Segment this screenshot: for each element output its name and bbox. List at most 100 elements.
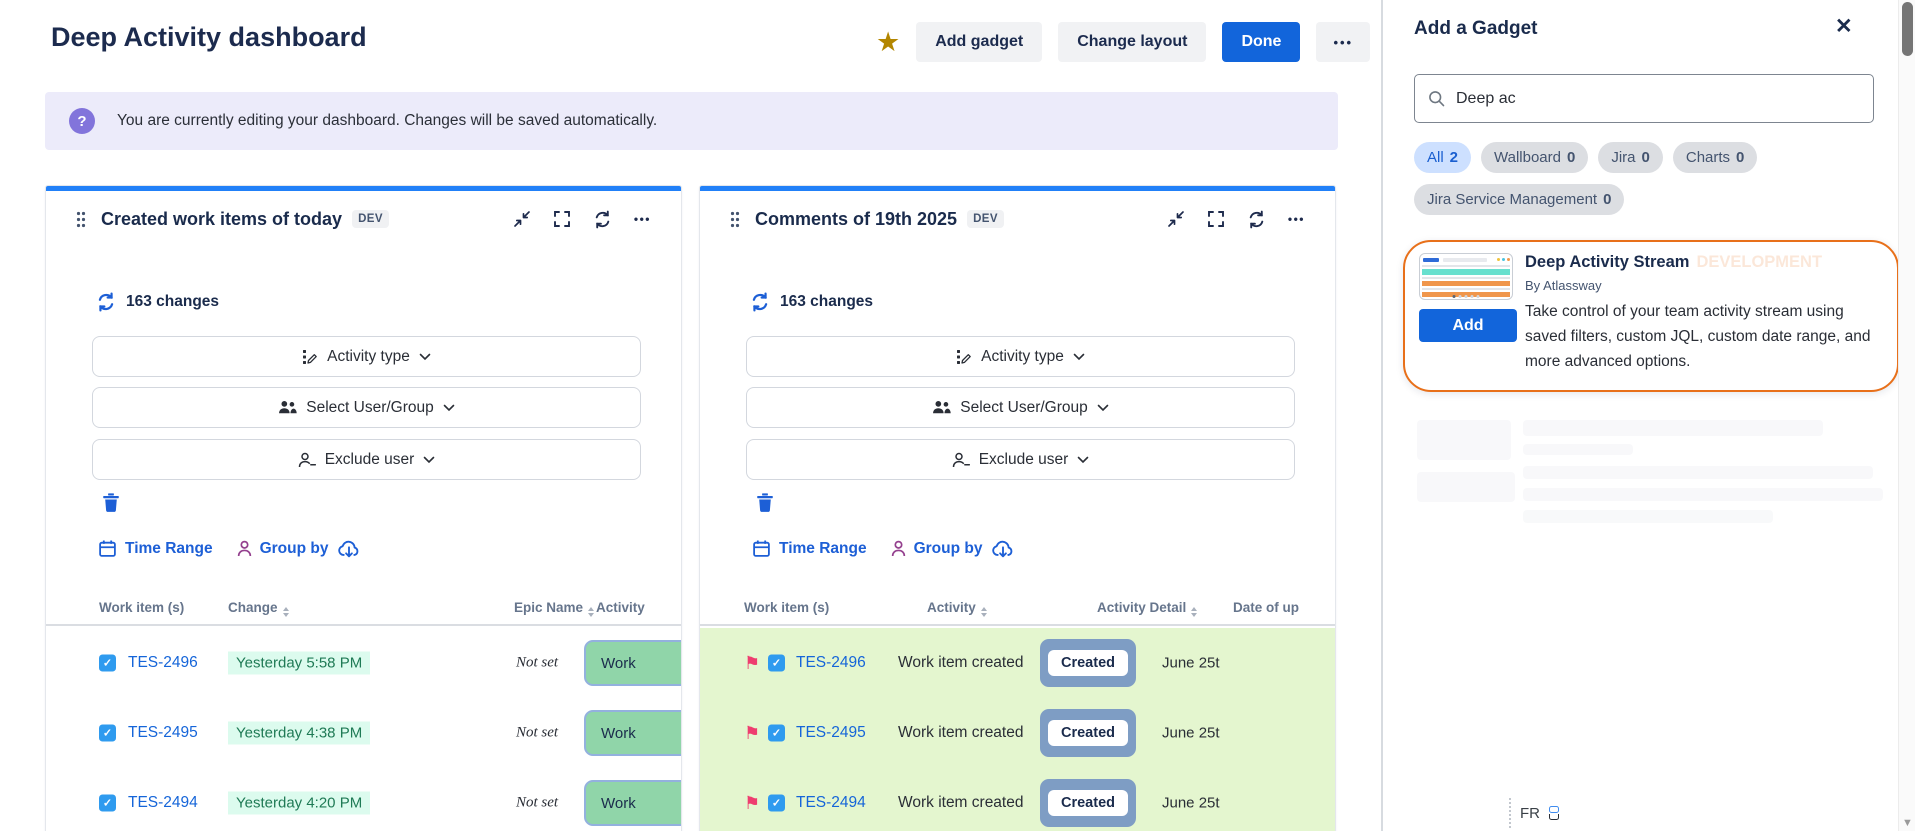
table-row: ⚑ ✓ TES-2496 Work item created Created J…	[700, 628, 1335, 698]
fullscreen-icon[interactable]	[553, 210, 571, 228]
scrollbar-thumb[interactable]	[1902, 2, 1913, 56]
edit-mode-banner: ? You are currently editing your dashboa…	[45, 92, 1338, 150]
row-checkbox[interactable]: ✓	[768, 795, 785, 812]
row-checkbox[interactable]: ✓	[99, 725, 116, 742]
filter-chip-all[interactable]: All2	[1414, 142, 1471, 173]
language-indicator[interactable]: FR	[1509, 796, 1559, 830]
export-download-icon[interactable]	[991, 538, 1015, 559]
select-user-group-dropdown[interactable]: Select User/Group	[92, 387, 641, 428]
env-badge: DEV	[352, 210, 389, 228]
gadget-description: Take control of your team activity strea…	[1525, 299, 1889, 374]
header-more-button[interactable]: •••	[1316, 22, 1370, 62]
col-activity[interactable]: Activity	[927, 600, 987, 617]
filter-chip-wallboard[interactable]: Wallboard0	[1481, 142, 1588, 173]
flag-icon[interactable]: ⚑	[744, 794, 760, 812]
select-user-group-dropdown[interactable]: Select User/Group	[746, 387, 1295, 428]
activity-type-dropdown[interactable]: Activity type	[746, 336, 1295, 377]
epic-name-value: Not set	[516, 655, 558, 672]
activity-type-icon	[302, 349, 318, 365]
favorite-star-icon[interactable]: ★	[876, 29, 900, 56]
gadget-panel-created-work-items: Created work items of today DEV ••• 163 …	[45, 185, 682, 831]
table-rows: ⚑ ✓ TES-2496 Work item created Created J…	[700, 628, 1335, 831]
table-header: Work item (s) Change Epic Name Activity	[46, 596, 681, 626]
group-by-label: Group by	[914, 540, 983, 558]
done-button[interactable]: Done	[1222, 22, 1300, 62]
exclude-user-dropdown[interactable]: Exclude user	[746, 439, 1295, 480]
refresh-icon[interactable]	[593, 210, 612, 229]
work-item-link[interactable]: TES-2496	[796, 654, 866, 672]
col-work-item: Work item (s)	[744, 600, 829, 615]
work-item-link[interactable]: TES-2494	[128, 794, 198, 812]
exclude-user-label: Exclude user	[325, 451, 415, 469]
add-gadget-button[interactable]: Add gadget	[916, 22, 1042, 62]
activity-type-dropdown[interactable]: Activity type	[92, 336, 641, 377]
table-header: Work item (s) Activity Activity Detail D…	[700, 596, 1335, 626]
drag-handle-icon[interactable]	[730, 211, 740, 228]
group-by-link[interactable]: Group by	[237, 540, 329, 558]
epic-name-value: Not set	[516, 795, 558, 812]
collapse-icon[interactable]	[513, 210, 531, 228]
row-checkbox[interactable]: ✓	[768, 655, 785, 672]
activity-detail-badge: Created	[1040, 639, 1136, 687]
refresh-icon[interactable]	[1247, 210, 1266, 229]
faded-gadget-card	[1403, 414, 1899, 526]
trash-icon[interactable]	[756, 492, 774, 512]
env-badge: DEV	[967, 210, 1004, 228]
close-icon[interactable]: ✕	[1835, 14, 1853, 39]
scrollbar-down-arrow[interactable]: ▼	[1899, 817, 1915, 829]
gadget-card-deep-activity-stream: Deep Activity StreamDEVELOPMENT By Atlas…	[1403, 240, 1899, 392]
work-item-link[interactable]: TES-2494	[796, 794, 866, 812]
epic-name-value: Not set	[516, 725, 558, 742]
col-activity[interactable]: Activity	[596, 600, 645, 615]
add-gadget-card-button[interactable]: Add	[1419, 309, 1517, 342]
filter-chip-jira[interactable]: Jira0	[1598, 142, 1663, 173]
touch-keyboard-icon[interactable]	[1549, 806, 1559, 820]
work-item-link[interactable]: TES-2495	[128, 724, 198, 742]
col-change[interactable]: Change	[228, 600, 289, 617]
flag-icon[interactable]: ⚑	[744, 654, 760, 672]
search-input[interactable]	[1456, 90, 1860, 108]
trash-icon[interactable]	[102, 492, 120, 512]
fullscreen-icon[interactable]	[1207, 210, 1225, 228]
export-download-icon[interactable]	[337, 538, 361, 559]
sort-icon	[283, 607, 289, 617]
person-icon	[237, 540, 252, 557]
row-checkbox[interactable]: ✓	[99, 655, 116, 672]
sync-icon[interactable]	[750, 292, 770, 312]
date-of-update: June 25t	[1162, 725, 1220, 742]
work-item-link[interactable]: TES-2495	[796, 724, 866, 742]
chevron-down-icon	[1073, 353, 1085, 361]
activity-type-label: Activity type	[327, 348, 410, 366]
flag-icon[interactable]: ⚑	[744, 724, 760, 742]
row-checkbox[interactable]: ✓	[99, 795, 116, 812]
panel-title: Created work items of today	[101, 209, 342, 230]
table-row: ✓ TES-2494 Yesterday 4:20 PM Not set Wor…	[46, 768, 681, 831]
divider	[1509, 798, 1511, 828]
activity-detail-badge: Created	[1040, 709, 1136, 757]
sidebar-title: Add a Gadget	[1414, 18, 1538, 40]
exclude-user-dropdown[interactable]: Exclude user	[92, 439, 641, 480]
chevron-down-icon	[423, 456, 435, 464]
chevron-down-icon	[443, 404, 455, 412]
col-activity-detail[interactable]: Activity Detail	[1097, 600, 1197, 617]
change-layout-button[interactable]: Change layout	[1058, 22, 1206, 62]
time-range-link[interactable]: Time Range	[752, 539, 867, 558]
help-icon: ?	[69, 108, 95, 134]
panel-more-icon[interactable]: •••	[1288, 212, 1305, 226]
time-range-link[interactable]: Time Range	[98, 539, 213, 558]
exclude-user-icon	[298, 452, 316, 468]
filter-chip-charts[interactable]: Charts0	[1673, 142, 1758, 173]
select-user-group-label: Select User/Group	[960, 399, 1088, 417]
row-checkbox[interactable]: ✓	[768, 725, 785, 742]
collapse-icon[interactable]	[1167, 210, 1185, 228]
group-by-link[interactable]: Group by	[891, 540, 983, 558]
drag-handle-icon[interactable]	[76, 211, 86, 228]
col-epic-name[interactable]: Epic Name	[514, 600, 594, 617]
col-date-of-update[interactable]: Date of up	[1233, 600, 1299, 615]
vertical-scrollbar[interactable]: ▼	[1898, 0, 1915, 831]
panel-more-icon[interactable]: •••	[634, 212, 651, 226]
sync-icon[interactable]	[96, 292, 116, 312]
gadget-panel-comments: Comments of 19th 2025 DEV ••• 163 change…	[699, 185, 1336, 831]
filter-chip-jsm[interactable]: Jira Service Management0	[1414, 184, 1624, 215]
work-item-link[interactable]: TES-2496	[128, 654, 198, 672]
